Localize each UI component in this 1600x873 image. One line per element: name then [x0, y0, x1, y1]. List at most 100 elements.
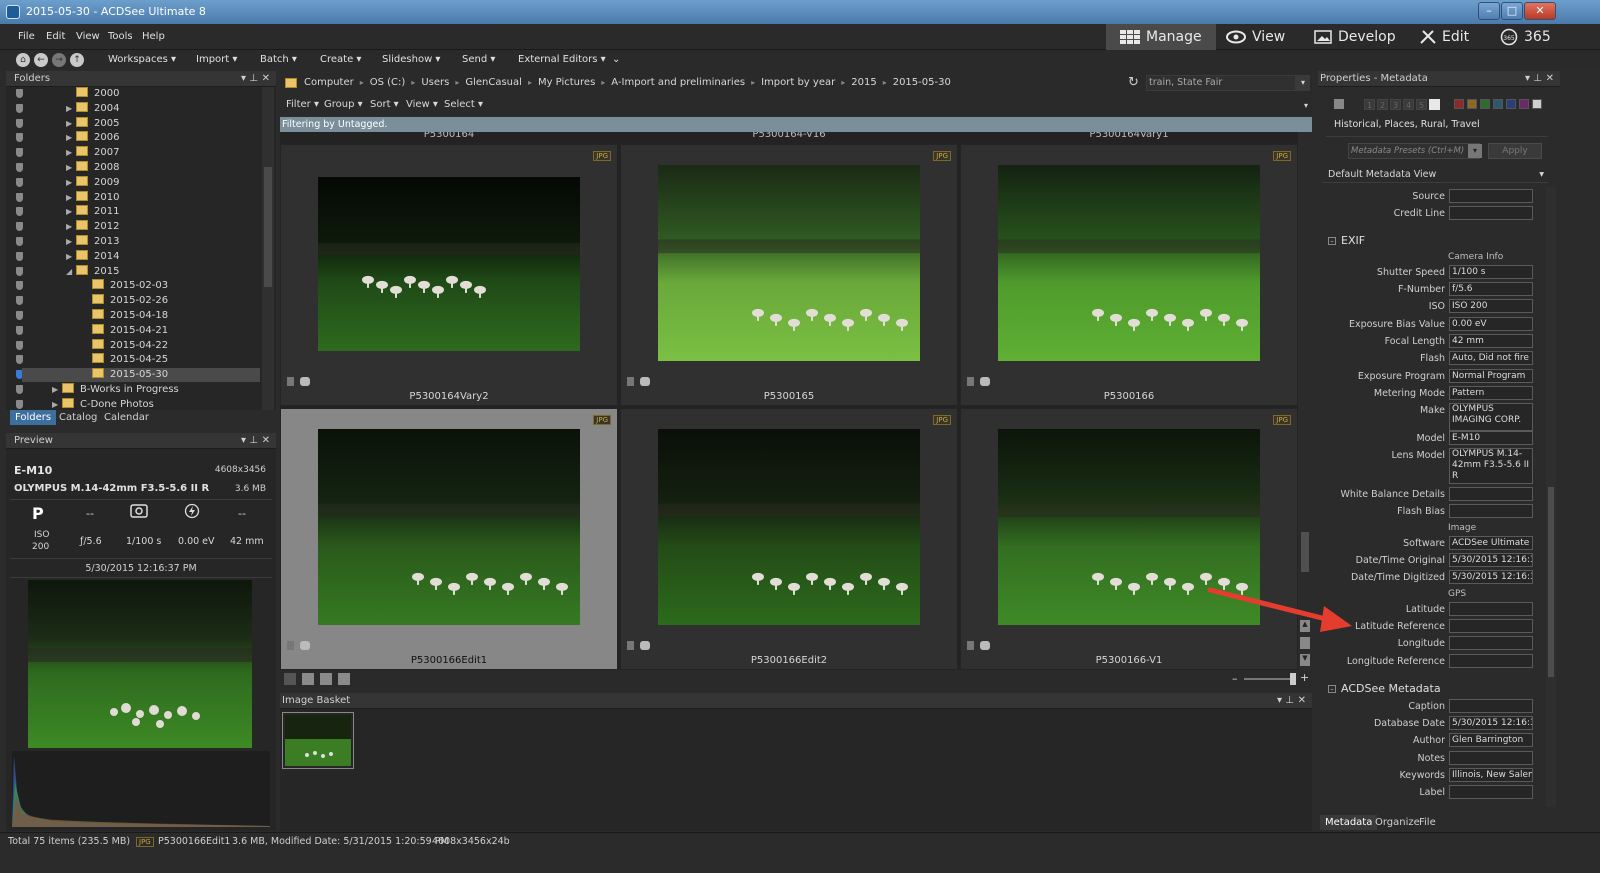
metadata-value-field[interactable]: ISO 200 [1449, 299, 1533, 313]
presets-dropdown-icon[interactable]: ▾ [1468, 144, 1482, 158]
home-icon[interactable]: ⌂ [16, 53, 30, 67]
breadcrumb-item[interactable]: My Pictures [538, 77, 595, 88]
mode-edit-button[interactable]: Edit [1406, 24, 1483, 50]
metadata-value-field[interactable]: 0.00 eV [1449, 317, 1533, 331]
folder-tree-item[interactable]: 2015-02-26 [82, 294, 168, 308]
exclude-folder-icon[interactable] [16, 311, 23, 320]
metadata-value-field[interactable]: Normal Program [1449, 369, 1533, 383]
metadata-value-field[interactable]: 5/30/2015 12:16:37 [1449, 553, 1533, 567]
pin-icon[interactable]: ⊥ [1533, 71, 1542, 87]
expand-arrow-icon[interactable]: ▶ [66, 102, 74, 116]
menu-help[interactable]: Help [142, 31, 165, 42]
refresh-icon[interactable]: ↻ [1128, 75, 1139, 90]
panel-menu-icon[interactable]: ▾ [1277, 693, 1282, 709]
metadata-presets-dropdown[interactable]: Metadata Presets (Ctrl+M) [1348, 143, 1480, 159]
rotate-icon[interactable] [284, 673, 296, 685]
breadcrumb-separator-icon[interactable]: ▸ [751, 78, 755, 87]
folder-tree-item[interactable]: 2015-05-30 [22, 368, 260, 383]
panel-menu-icon[interactable]: ▾ [241, 71, 246, 87]
exclude-folder-icon[interactable] [16, 222, 23, 232]
breadcrumb-separator-icon[interactable]: ▸ [528, 78, 532, 87]
exclude-folder-icon[interactable] [16, 207, 23, 217]
slider-handle[interactable] [1290, 673, 1296, 685]
filterbar-overflow-icon[interactable]: ▾ [1304, 101, 1308, 110]
create-menu[interactable]: Create ▾ [320, 54, 361, 65]
breadcrumb-item[interactable]: 2015 [851, 77, 876, 88]
breadcrumb-separator-icon[interactable]: ▸ [883, 78, 887, 87]
group-menu[interactable]: Group ▾ [324, 99, 363, 110]
view-menu[interactable]: View ▾ [406, 99, 438, 110]
tagged-checkbox[interactable] [1334, 99, 1344, 109]
scroll-down-icon[interactable]: ▼ [1300, 654, 1310, 666]
tab-metadata[interactable]: Metadata [1320, 815, 1378, 830]
metadata-value-field[interactable]: E-M10 [1449, 431, 1533, 445]
metadata-value-field[interactable]: ACDSee Ultimate 8 [1449, 536, 1533, 550]
expand-arrow-icon[interactable]: ▶ [66, 191, 74, 205]
close-panel-icon[interactable]: ✕ [262, 433, 270, 449]
exclude-folder-icon[interactable] [16, 118, 23, 128]
basket-thumbnail[interactable] [282, 712, 354, 769]
pin-icon[interactable]: ⊥ [1285, 693, 1294, 709]
folder-tree-scrollbar[interactable] [262, 87, 274, 410]
metadata-value-field[interactable] [1449, 189, 1533, 203]
exclude-folder-icon[interactable] [16, 399, 23, 409]
expand-arrow-icon[interactable]: ▶ [66, 176, 74, 190]
slideshow-menu[interactable]: Slideshow ▾ [382, 54, 440, 65]
toolbar-overflow-icon[interactable]: ⌄ [612, 54, 620, 65]
menu-tools[interactable]: Tools [108, 31, 133, 42]
exclude-folder-icon[interactable] [16, 296, 23, 306]
zoom-out-icon[interactable]: – [1232, 672, 1238, 685]
breadcrumb-item[interactable]: Import by year [761, 77, 835, 88]
color-label-swatch[interactable] [1480, 99, 1490, 109]
exclude-folder-icon[interactable] [16, 133, 23, 143]
panel-menu-icon[interactable]: ▾ [241, 433, 246, 449]
batch-menu[interactable]: Batch ▾ [260, 54, 297, 65]
thumbnail[interactable]: JPG P5300166 [960, 144, 1298, 406]
thumbnail[interactable]: JPG P5300164Vary2 [280, 144, 618, 406]
expand-arrow-icon[interactable]: ◢ [66, 265, 74, 279]
breadcrumb-separator-icon[interactable]: ▸ [841, 78, 845, 87]
exclude-folder-icon[interactable] [16, 355, 23, 365]
breadcrumb-separator-icon[interactable]: ▸ [360, 78, 364, 87]
color-label-swatch[interactable] [1467, 99, 1477, 109]
folder-tree-item[interactable]: ▶ 2005 [66, 116, 119, 131]
metadata-value-field[interactable] [1449, 699, 1533, 713]
close-button[interactable]: ✕ [1524, 2, 1556, 20]
breadcrumb-separator-icon[interactable]: ▸ [455, 78, 459, 87]
folder-tree-item[interactable]: 2000 [66, 87, 119, 101]
rating-button[interactable]: 4 [1403, 99, 1414, 110]
expand-arrow-icon[interactable]: ▶ [66, 250, 74, 264]
maximize-button[interactable]: □ [1501, 2, 1523, 20]
rotate-left-icon[interactable] [302, 673, 314, 685]
expand-arrow-icon[interactable]: ▶ [66, 161, 74, 175]
folder-tree-item[interactable]: ▶ 2013 [66, 235, 119, 249]
metadata-value-field[interactable]: OLYMPUS IMAGING CORP. [1449, 403, 1533, 431]
metadata-view-dropdown[interactable]: Default Metadata View ▾ [1322, 167, 1548, 183]
folder-tree-item[interactable]: ▶ 2014 [66, 249, 119, 264]
close-panel-icon[interactable]: ✕ [262, 71, 270, 87]
folder-tree-item[interactable]: 2015-04-21 [82, 323, 168, 338]
folder-tree-item[interactable]: ▶ 2004 [66, 101, 119, 116]
exclude-folder-icon[interactable] [16, 163, 23, 172]
metadata-value-field[interactable]: 1/100 s [1449, 265, 1533, 279]
exclude-folder-icon[interactable] [16, 148, 23, 158]
metadata-value-field[interactable]: 5/30/2015 12:16:37 [1449, 570, 1533, 584]
exclude-folder-icon[interactable] [16, 340, 23, 350]
tab-calendar[interactable]: Calendar [99, 410, 154, 425]
menu-edit[interactable]: Edit [46, 31, 65, 42]
breadcrumb-item[interactable]: Users [421, 77, 449, 88]
menu-view[interactable]: View [76, 31, 100, 42]
rating-button[interactable]: 3 [1390, 99, 1401, 110]
metadata-value-field[interactable] [1449, 636, 1533, 650]
mode-manage-button[interactable]: Manage [1106, 24, 1216, 50]
metadata-value-field[interactable]: Illinois, New Salem [1449, 768, 1533, 782]
breadcrumb-item[interactable]: 2015-05-30 [893, 77, 951, 88]
tab-file[interactable]: File [1414, 815, 1441, 830]
folder-tree-item[interactable]: ▶ 2007 [66, 146, 119, 160]
external-editors-menu[interactable]: External Editors ▾ [518, 54, 606, 65]
rating-button[interactable]: 1 [1364, 99, 1375, 110]
breadcrumb-separator-icon[interactable]: ▸ [411, 78, 415, 87]
search-dropdown-icon[interactable]: ▾ [1296, 75, 1310, 91]
exclude-folder-icon[interactable] [16, 89, 23, 98]
metadata-value-field[interactable]: 42 mm [1449, 334, 1533, 348]
